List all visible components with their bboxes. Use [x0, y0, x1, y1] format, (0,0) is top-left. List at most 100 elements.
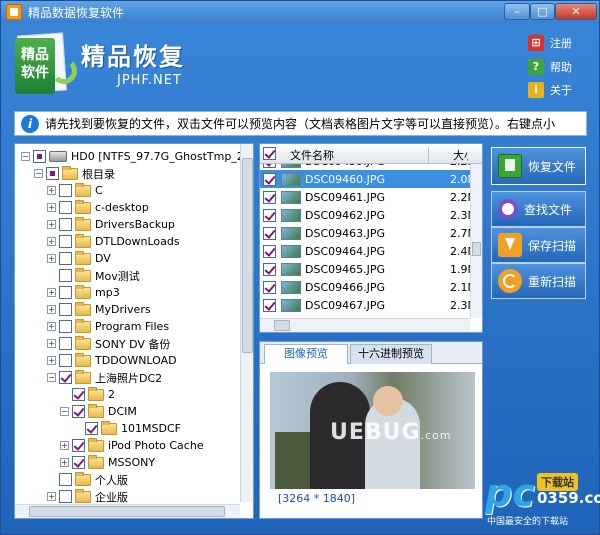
tree-item-checkbox[interactable]: [72, 405, 85, 418]
expand-toggle-icon[interactable]: +: [47, 492, 56, 501]
tree-item-checkbox[interactable]: [59, 201, 72, 214]
tree-item-checkbox[interactable]: [59, 269, 72, 282]
tab-hex-preview[interactable]: 十六进制预览: [350, 344, 432, 364]
expand-toggle-icon[interactable]: +: [47, 254, 56, 263]
file-checkbox[interactable]: [263, 190, 276, 204]
tree-item-checkbox[interactable]: [59, 184, 72, 197]
file-checkbox[interactable]: [263, 262, 276, 276]
tree-item[interactable]: + TDDOWNLOAD: [47, 352, 177, 369]
file-row[interactable]: DSC09467.JPG 2.3M: [260, 296, 470, 314]
file-row[interactable]: DSC09463.JPG 2.7M: [260, 224, 470, 242]
minimize-button[interactable]: –: [504, 3, 530, 20]
tree-item-checkbox[interactable]: [46, 167, 59, 180]
rescan-button[interactable]: 重新扫描: [491, 263, 586, 299]
file-checkbox[interactable]: [263, 244, 276, 258]
file-row[interactable]: DSC09466.JPG 2.1M: [260, 278, 470, 296]
tree-item-checkbox[interactable]: [59, 286, 72, 299]
tree-item[interactable]: 101MSDCF: [73, 420, 181, 437]
expand-toggle-icon[interactable]: +: [47, 356, 56, 365]
file-scroll-thumb[interactable]: [472, 242, 481, 256]
tree-item[interactable]: Mov测试: [47, 267, 140, 284]
collapse-toggle-icon[interactable]: −: [60, 407, 69, 416]
expand-toggle-icon[interactable]: +: [47, 237, 56, 246]
tree-item[interactable]: − 根目录: [34, 165, 115, 182]
tree-item-checkbox[interactable]: [59, 337, 72, 350]
file-checkbox[interactable]: [263, 226, 276, 240]
file-checkbox[interactable]: [263, 208, 276, 222]
expand-toggle-icon[interactable]: +: [60, 458, 69, 467]
expand-toggle-icon[interactable]: +: [47, 220, 56, 229]
expand-toggle-icon[interactable]: +: [60, 441, 69, 450]
select-all-checkbox[interactable]: [263, 147, 276, 160]
tree-item[interactable]: + Program Files: [47, 318, 169, 335]
tree-item-checkbox[interactable]: [59, 218, 72, 231]
collapse-toggle-icon[interactable]: −: [47, 373, 56, 382]
collapse-toggle-icon[interactable]: −: [34, 169, 43, 178]
expand-toggle-icon[interactable]: +: [47, 288, 56, 297]
tree-item-checkbox[interactable]: [59, 371, 72, 384]
tree-hscroll-thumb[interactable]: [29, 506, 225, 517]
tree-item-checkbox[interactable]: [59, 252, 72, 265]
about-link[interactable]: i 关于: [528, 82, 572, 98]
tree-item[interactable]: 个人版: [47, 471, 128, 488]
tab-image-preview[interactable]: 图像预览: [264, 344, 348, 364]
directory-tree[interactable]: − HD0 [NTFS_97.7G_GhostTmp_2013− 根目录 + C + c-d…: [14, 143, 254, 519]
save-scan-button[interactable]: 保存扫描: [491, 227, 586, 263]
column-header-size[interactable]: 大小: [428, 147, 468, 163]
file-row[interactable]: DSC09462.JPG 2.3M: [260, 206, 470, 224]
tree-item[interactable]: + c-desktop: [47, 199, 149, 216]
file-checkbox[interactable]: [263, 280, 276, 294]
tree-item[interactable]: 2: [60, 386, 115, 403]
expand-toggle-icon[interactable]: +: [47, 305, 56, 314]
help-link[interactable]: ? 帮助: [528, 59, 572, 75]
file-row[interactable]: DSC09464.JPG 2.4M: [260, 242, 470, 260]
tree-item[interactable]: + mp3: [47, 284, 120, 301]
tree-item-checkbox[interactable]: [59, 354, 72, 367]
file-row[interactable]: DSC09460.JPG 2.0M: [260, 170, 470, 188]
tree-item[interactable]: + MyDrivers: [47, 301, 151, 318]
file-row[interactable]: DSC09461.JPG 2.2M: [260, 188, 470, 206]
tree-item[interactable]: + 企业版: [47, 488, 128, 505]
tree-item[interactable]: + DriversBackup: [47, 216, 175, 233]
recover-files-button[interactable]: 恢复文件: [491, 147, 586, 185]
close-button[interactable]: ✕: [555, 3, 597, 20]
collapse-toggle-icon[interactable]: −: [21, 152, 30, 161]
register-link[interactable]: ⊞ 注册: [528, 35, 572, 51]
tree-item-checkbox[interactable]: [72, 388, 85, 401]
tree-item-checkbox[interactable]: [72, 439, 85, 452]
expand-toggle-icon[interactable]: +: [47, 203, 56, 212]
column-header-name[interactable]: 文件名称: [290, 147, 334, 163]
file-hscroll-thumb[interactable]: [274, 320, 290, 331]
tree-item[interactable]: + C: [47, 182, 103, 199]
tree-scroll-thumb[interactable]: [242, 158, 253, 353]
tree-item[interactable]: + DTLDownLoads: [47, 233, 180, 250]
file-list-horizontal-scrollbar[interactable]: [260, 318, 470, 332]
tree-item-checkbox[interactable]: [59, 473, 72, 486]
tree-item-checkbox[interactable]: [85, 422, 98, 435]
tree-vertical-scrollbar[interactable]: [240, 144, 253, 502]
tree-item[interactable]: + DV: [47, 250, 111, 267]
expand-toggle-icon[interactable]: +: [47, 322, 56, 331]
expand-toggle-icon[interactable]: +: [47, 339, 56, 348]
tree-item-checkbox[interactable]: [72, 456, 85, 469]
file-checkbox[interactable]: [263, 298, 276, 312]
tree-item[interactable]: + MSSONY: [60, 454, 155, 471]
tree-item-checkbox[interactable]: [59, 303, 72, 316]
file-list-vertical-scrollbar[interactable]: [470, 164, 482, 318]
tree-item[interactable]: − HD0 [NTFS_97.7G_GhostTmp_2013: [21, 148, 253, 165]
file-list[interactable]: 文件名称 大小 DSC09459.JPG2.2MDSC09460.JPG2.0M…: [259, 143, 483, 333]
tree-item[interactable]: − 上海照片DC2: [47, 369, 162, 386]
expand-toggle-icon[interactable]: +: [47, 186, 56, 195]
tree-horizontal-scrollbar[interactable]: [15, 504, 240, 518]
tree-item[interactable]: + SONY DV 备份: [47, 335, 170, 352]
tree-item-checkbox[interactable]: [33, 150, 46, 163]
tree-item[interactable]: − DCIM: [60, 403, 137, 420]
file-checkbox[interactable]: [263, 172, 276, 186]
tree-item-checkbox[interactable]: [59, 235, 72, 248]
tree-item-checkbox[interactable]: [59, 320, 72, 333]
maximize-button[interactable]: □: [530, 3, 555, 20]
tree-item[interactable]: + iPod Photo Cache: [60, 437, 204, 454]
tree-item-checkbox[interactable]: [59, 490, 72, 503]
file-row[interactable]: DSC09465.JPG 1.9M: [260, 260, 470, 278]
find-files-button[interactable]: 查找文件: [491, 191, 586, 227]
